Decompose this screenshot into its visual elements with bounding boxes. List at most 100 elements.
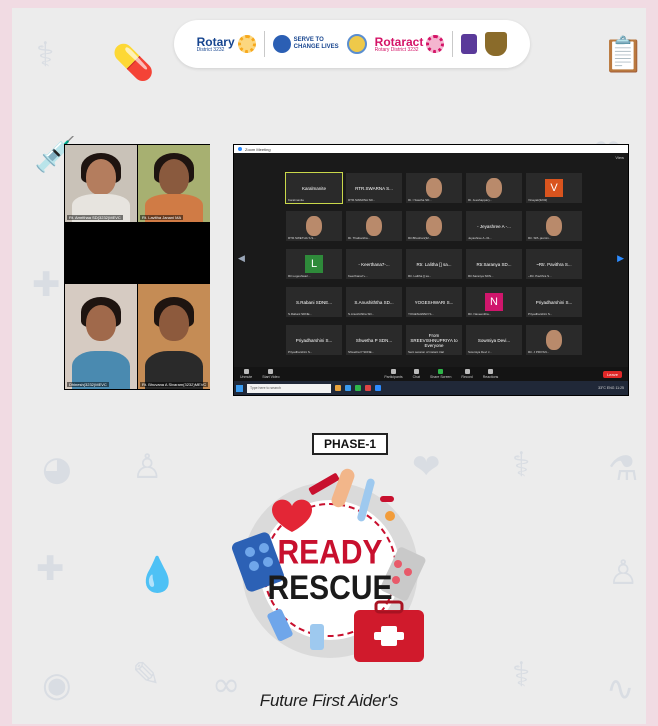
- reactions-icon: [488, 369, 493, 374]
- participant-label: S.Anushiththa SD...: [354, 299, 394, 305]
- participant-face: [426, 178, 442, 198]
- prev-page-icon: ◀: [238, 253, 245, 263]
- taskbar-tray: 33°C ENG 11:25: [598, 386, 624, 390]
- participant-label: - Keerthana7-...: [358, 261, 390, 267]
- participant-name: Rtr. SPL.jasmin...: [528, 236, 552, 240]
- zoom-participant-tile: Priyadharshini S... Priyadharshini S...: [526, 287, 582, 317]
- zoom-participant-tile: S.Rabani SDNE... S.Rabani SDNE...: [286, 287, 342, 317]
- zoom-titlebar: Zoom Meeting: [234, 145, 628, 153]
- participant-face: [306, 216, 322, 236]
- participant-label: Rtr.Saranya SD...: [476, 261, 512, 267]
- participant-label: ~Rtr. Pavithra S...: [536, 261, 572, 267]
- video-tile: Rt. Bhuvana A Sivaram(3232)MEVC: [138, 284, 210, 389]
- capsule-icon: [380, 496, 394, 502]
- first-aid-icon: ✚: [36, 549, 65, 589]
- zoom-participant-tile: - Jeyashree A -... Jeyashree A -31...: [466, 211, 522, 241]
- rotaract-logo: Rotaract Rotary District 3232: [375, 35, 445, 53]
- participant-name: Rtr.Saranya SDN...: [468, 274, 494, 278]
- participant-name: Rtr. Lalitha [] sa...: [408, 274, 432, 278]
- serve-logo: SERVE TO CHANGE LIVES: [272, 35, 339, 53]
- participant-name: Priyadharshini S...: [288, 350, 313, 354]
- windows-taskbar: Type here to search 33°C ENG 11:25: [234, 381, 628, 395]
- drop-icon: 💧: [136, 555, 179, 595]
- participant-name: Sowmiya Devi J...: [468, 350, 492, 354]
- participant-name: YOGESHWARI S...: [408, 312, 434, 316]
- video-tile: Rt. Lavitha Janani MA: [138, 145, 210, 222]
- participant-name: RTR.SWETHA S.S...: [288, 236, 316, 240]
- participant-name: Keerthana7+...: [348, 274, 368, 278]
- rotary-logo: Rotary District 3232: [197, 35, 256, 53]
- participant-label: RTR.SWARNA S...: [355, 185, 393, 191]
- rotaract-wheel-icon: [426, 35, 445, 53]
- participant-name: Karalmanite: [288, 198, 305, 202]
- participant-name: Shwetha P SDNE...: [348, 350, 375, 354]
- participants-button: Participants: [384, 369, 403, 379]
- chat-icon: [413, 369, 419, 374]
- pill-icon: ◕: [42, 449, 72, 489]
- zoom-participant-tile: RTR.SWARNA S... RTR.SWARNA SD...: [346, 173, 402, 203]
- logo-divider: [452, 31, 454, 57]
- record-icon: [464, 369, 470, 374]
- participant-face: [546, 330, 562, 350]
- taskbar-app-icon: [365, 385, 371, 391]
- participant-name: Jeyashree A -31...: [468, 236, 493, 240]
- windows-start-icon: [236, 384, 243, 392]
- participant-face: [426, 216, 442, 236]
- participant-label: Shwetha P SDN...: [355, 337, 393, 343]
- avatar: L: [305, 255, 323, 273]
- taskbar-app-icon: [335, 385, 341, 391]
- video-tile: Dhinesh(3232)MEVC: [65, 284, 137, 389]
- zoom-participant-tile: From SREEVISHNUPRIYA to Everyone Sent ses…: [406, 325, 462, 355]
- sponsor-logo-banner: Rotary District 3232 SERVE TO CHANGE LIV…: [174, 20, 530, 68]
- zoom-participant-tile: RTR.SWETHA S.S...: [286, 211, 342, 241]
- zoom-participant-tile: Rtr. Lalitha [] sa... Rtr. Lalitha [] sa.…: [406, 249, 462, 279]
- serve-text-line2: CHANGE LIVES: [293, 44, 339, 50]
- zoom-participant-tile: V Vinayak(3232): [526, 173, 582, 203]
- participant-name: Dhinesh(3232)MEVC: [67, 382, 109, 387]
- zoom-participant-tile: L Rtr.Logeshwari...: [286, 249, 342, 279]
- participant-name: Rtr.Bhushan(32...: [408, 236, 432, 240]
- view-button: View: [615, 155, 624, 160]
- participant-name: Rt. Jeeshappary...: [468, 198, 493, 202]
- participant-name: S.Anushiththa SD...: [348, 312, 375, 316]
- zoom-participant-tile: Rt. I Swetha SD...: [406, 173, 462, 203]
- taskbar-app-icon: [375, 385, 381, 391]
- participant-face: [486, 178, 502, 198]
- participant-label: Karalmanite: [301, 185, 326, 191]
- medicine-icon: ✚: [32, 265, 61, 305]
- unmute-button: Unmute: [240, 369, 252, 379]
- rotary-wheel-icon: [237, 35, 256, 53]
- participant-label: S.Rabani SDNE...: [295, 299, 332, 305]
- poster: ⚕ 💊 📋 💉 ♥ ✚ ◕ ♙ ❤ ⚕ ⚗ ✚ 💧 ♙ ◉ ✎ ∞ ⚕ ∿ Ro…: [12, 8, 646, 724]
- zoom-participant-tile: Sowmiya Devi... Sowmiya Devi J...: [466, 325, 522, 355]
- club-logo-icon: [461, 34, 478, 54]
- participant-name: Rt. I Swetha SD...: [408, 198, 432, 202]
- taskbar-app-icon: [355, 385, 361, 391]
- participant-face: [159, 305, 189, 341]
- zoom-toolbar: Unmute Start Video Participants Chat Sha…: [234, 367, 628, 381]
- pill-icon: [385, 511, 395, 521]
- zoom-logo-icon: [238, 147, 242, 151]
- rotary-district: District 3232: [196, 46, 225, 53]
- zoom-participant-tile: N Rtr. Naveenitha...: [466, 287, 522, 317]
- zoom-participant-tile: Rt. Thaibantha...: [346, 211, 402, 241]
- participant-name: Rt. Lavitha Janani MA: [140, 215, 184, 220]
- person-icon: ♙: [132, 447, 163, 487]
- person-icon: ♙: [608, 553, 639, 593]
- stethoscope-icon: ⚕: [36, 35, 55, 75]
- zoom-participant-tile: Rtr. SPL.jasmin...: [526, 211, 582, 241]
- participant-name: ~Rtr. Pavithra S...: [528, 274, 552, 278]
- video-call-screenshot: Rt. Amrithaa SD(3232)MEVC Rt. Lavitha Ja…: [64, 144, 210, 390]
- reactions-button: Reactions: [483, 369, 498, 379]
- zoom-participant-tile: - Keerthana7-... Keerthana7+...: [346, 249, 402, 279]
- participant-label: - Jeyashree A -...: [477, 223, 511, 229]
- zoom-participant-tile: Rtr.Bhushan(32...: [406, 211, 462, 241]
- microphone-icon: [243, 369, 249, 374]
- participants-icon: [390, 369, 396, 374]
- tagline: Future First Aider's: [259, 691, 399, 710]
- phase-label: PHASE-1: [312, 433, 388, 455]
- participant-label: YOGESHWARI S...: [414, 299, 454, 305]
- leave-button: Leave: [603, 370, 622, 378]
- share-screen-button: Share Screen: [430, 369, 451, 379]
- microscope-icon: ⚗: [608, 449, 639, 489]
